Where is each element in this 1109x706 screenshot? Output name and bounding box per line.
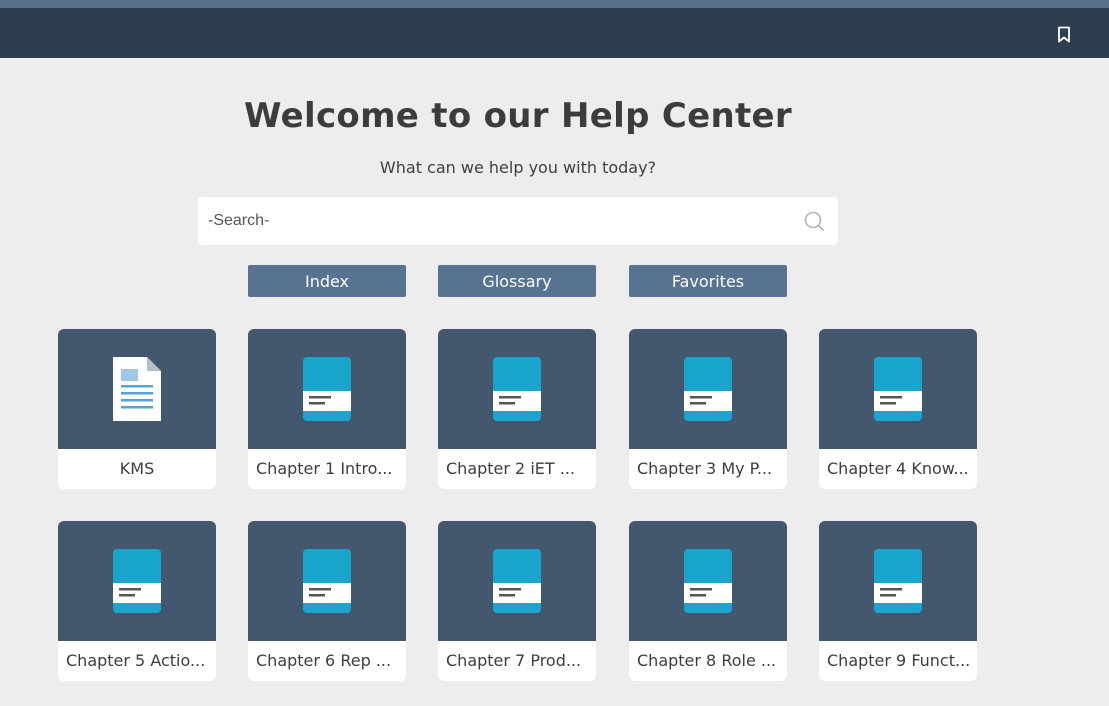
search-box xyxy=(198,197,838,245)
page-title: Welcome to our Help Center xyxy=(244,96,792,136)
card-label: Chapter 1 Intro... xyxy=(256,459,393,478)
card-thumbnail xyxy=(629,521,787,641)
card-thumbnail xyxy=(629,329,787,449)
card-thumbnail xyxy=(248,521,406,641)
card-label: Chapter 4 Know... xyxy=(827,459,969,478)
book-icon xyxy=(303,549,351,613)
glossary-button[interactable]: Glossary xyxy=(438,265,596,297)
book-icon xyxy=(874,357,922,421)
book-icon xyxy=(493,357,541,421)
book-icon xyxy=(874,549,922,613)
card-thumbnail xyxy=(438,521,596,641)
card-label: KMS xyxy=(119,459,155,478)
card-label: Chapter 3 My P... xyxy=(637,459,773,478)
card-thumbnail xyxy=(58,521,216,641)
card-chapter-6[interactable]: Chapter 6 Rep ... xyxy=(248,521,406,681)
bookmark-button[interactable] xyxy=(1052,22,1076,46)
card-chapter-2[interactable]: Chapter 2 iET ... xyxy=(438,329,596,489)
card-kms[interactable]: KMS xyxy=(58,329,216,489)
card-label: Chapter 9 Funct... xyxy=(827,651,969,670)
index-button[interactable]: Index xyxy=(248,265,406,297)
card-chapter-7[interactable]: Chapter 7 Prod... xyxy=(438,521,596,681)
card-label: Chapter 7 Prod... xyxy=(446,651,582,670)
top-accent-strip xyxy=(0,0,1109,8)
card-chapter-9[interactable]: Chapter 9 Funct... xyxy=(819,521,977,681)
card-chapter-4[interactable]: Chapter 4 Know... xyxy=(819,329,977,489)
card-thumbnail xyxy=(58,329,216,449)
book-icon xyxy=(303,357,351,421)
card-chapter-8[interactable]: Chapter 8 Role ... xyxy=(629,521,787,681)
bookmark-icon xyxy=(1058,26,1070,42)
search-icon[interactable] xyxy=(802,209,826,233)
card-label: Chapter 8 Role ... xyxy=(637,651,777,670)
card-thumbnail xyxy=(438,329,596,449)
card-chapter-3[interactable]: Chapter 3 My P... xyxy=(629,329,787,489)
document-icon xyxy=(113,357,161,421)
book-icon xyxy=(684,549,732,613)
book-icon xyxy=(493,549,541,613)
card-thumbnail xyxy=(248,329,406,449)
search-input[interactable] xyxy=(198,197,788,245)
card-thumbnail xyxy=(819,329,977,449)
card-label: Chapter 6 Rep ... xyxy=(256,651,392,670)
book-icon xyxy=(113,549,161,613)
card-label: Chapter 5 Actio... xyxy=(66,651,206,670)
page-subtitle: What can we help you with today? xyxy=(379,158,657,177)
card-thumbnail xyxy=(819,521,977,641)
card-chapter-1[interactable]: Chapter 1 Intro... xyxy=(248,329,406,489)
book-icon xyxy=(684,357,732,421)
favorites-button[interactable]: Favorites xyxy=(629,265,787,297)
card-label: Chapter 2 iET ... xyxy=(446,459,575,478)
card-chapter-5[interactable]: Chapter 5 Actio... xyxy=(58,521,216,681)
top-bar xyxy=(0,8,1109,58)
